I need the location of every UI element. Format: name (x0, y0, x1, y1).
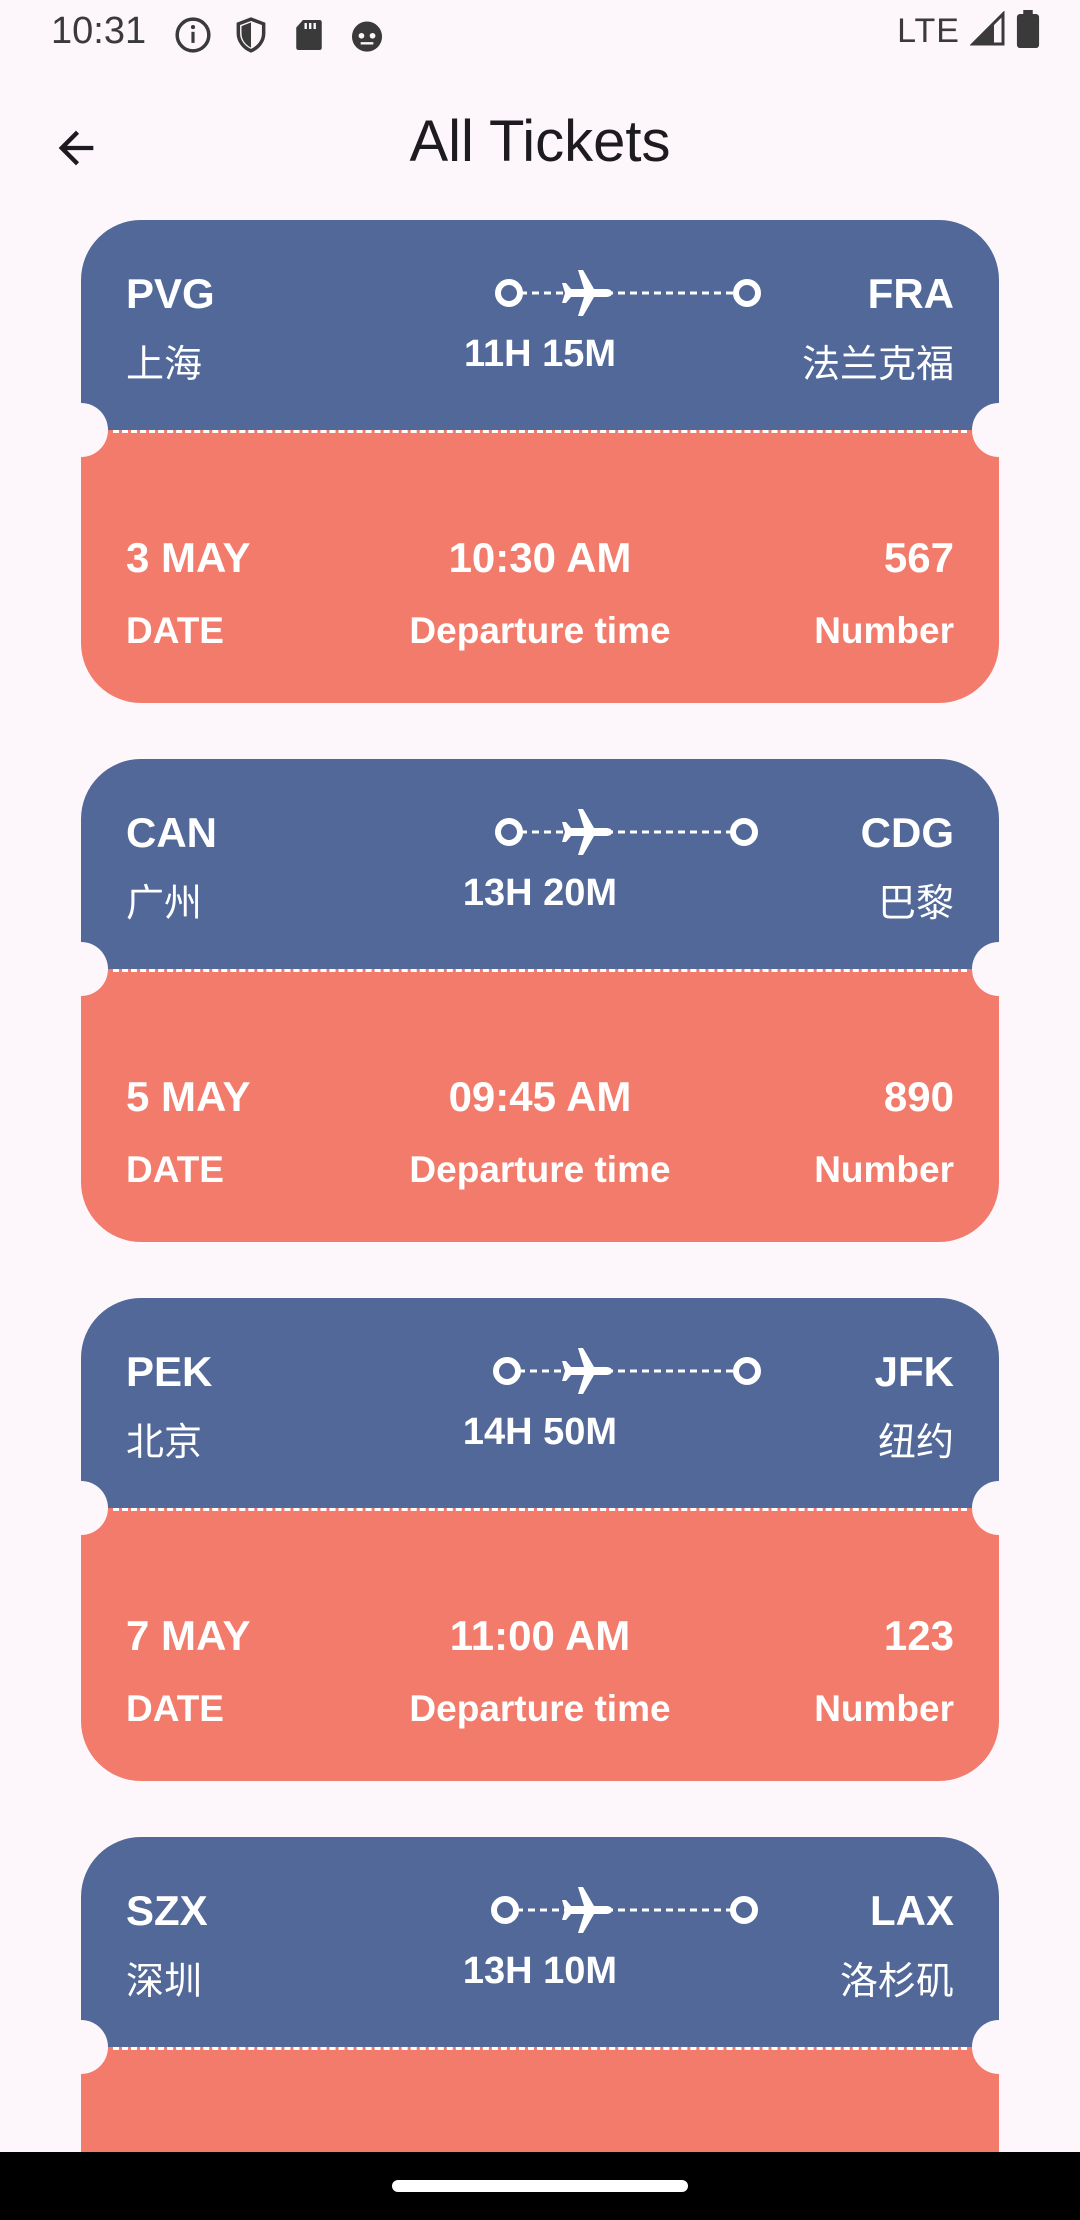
home-gesture-handle[interactable] (392, 2180, 688, 2192)
status-time: 10:31 (51, 10, 147, 52)
flight-duration: 13H 20M (462, 872, 618, 914)
ticket-notch (54, 2020, 108, 2074)
ticket-list[interactable]: PVG 上海 11H 15M FRA 法兰克福 3 MAY 10:30 AM 5… (0, 220, 1080, 2152)
ticket-number: 890 (883, 1073, 954, 1120)
ticket-notch (54, 403, 108, 457)
number-label: Number (814, 610, 954, 651)
ticket-details-section: 7 MAY 11:00 AM 123 DATE Departure time N… (54, 1481, 1026, 1781)
flight-route (411, 264, 761, 320)
departure-time: 10:30 AM (448, 534, 632, 581)
route-line (493, 1348, 761, 1394)
battery-icon (1016, 10, 1040, 53)
perforation-line (113, 2047, 967, 2050)
origin-code: PEK (126, 1348, 213, 1395)
ticket-details-section: 5 MAY 09:45 AM 890 DATE Departure time N… (54, 942, 1026, 1242)
app-bar: All Tickets (0, 80, 1080, 204)
perforation-line (113, 969, 967, 972)
ticket-route-section: PEK 北京 14H 50M JFK 纽约 (81, 1298, 999, 1508)
origin-code: SZX (126, 1887, 208, 1934)
airplane-icon (562, 1887, 612, 1933)
ticket-number: 123 (883, 1612, 954, 1659)
flight-route (411, 803, 761, 859)
shield-icon (230, 14, 272, 56)
flight-route (411, 1881, 761, 1937)
page-title: All Tickets (409, 109, 671, 174)
sd-card-icon (288, 14, 330, 56)
ticket-route-section: SZX 深圳 13H 10M LAX 洛杉矶 (81, 1837, 999, 2047)
destination-code: CDG (860, 809, 954, 856)
ticket-route-section: CAN 广州 13H 20M CDG 巴黎 (81, 759, 999, 969)
flight-duration: 14H 50M (462, 1411, 618, 1453)
origin-code: CAN (126, 809, 217, 856)
route-line (495, 270, 761, 316)
network-type: LTE (897, 12, 960, 50)
origin-code: PVG (126, 270, 215, 317)
flight-route (411, 1342, 761, 1398)
ticket-route-section: PVG 上海 11H 15M FRA 法兰克福 (81, 220, 999, 430)
android-icon (346, 14, 388, 56)
route-line (491, 1887, 758, 1933)
perforation-line (113, 1508, 967, 1511)
system-navigation-bar (0, 2152, 1080, 2220)
destination-city: 纽约 (877, 1422, 954, 1464)
ticket-details-section (54, 2020, 1026, 2152)
airplane-icon (562, 809, 612, 855)
ticket-number: 567 (883, 534, 954, 581)
ticket-notch (972, 2020, 1026, 2074)
ticket-notch (972, 1481, 1026, 1535)
perforation-line (113, 430, 967, 433)
ticket-notch (972, 403, 1026, 457)
signal-icon (969, 10, 1006, 52)
number-label: Number (814, 1688, 954, 1729)
destination-city: 巴黎 (877, 883, 954, 925)
info-icon (172, 14, 214, 56)
destination-code: FRA (867, 270, 954, 317)
ticket-notch (54, 1481, 108, 1535)
route-line (495, 809, 758, 855)
status-bar: 10:31 LTE (0, 0, 1080, 66)
ticket-notch (54, 942, 108, 996)
ticket-notch (972, 942, 1026, 996)
departure-time: 11:00 AM (449, 1612, 631, 1659)
departure-time: 09:45 AM (448, 1073, 632, 1120)
number-label: Number (814, 1149, 954, 1190)
ticket-card[interactable]: PVG 上海 11H 15M FRA 法兰克福 3 MAY 10:30 AM 5… (54, 220, 1026, 703)
destination-city: 法兰克福 (801, 344, 954, 386)
destination-code: LAX (870, 1887, 954, 1934)
ticket-card[interactable]: SZX 深圳 13H 10M LAX 洛杉矶 (54, 1837, 1026, 2152)
airplane-icon (562, 1348, 612, 1394)
ticket-card[interactable]: CAN 广州 13H 20M CDG 巴黎 5 MAY 09:45 AM 890… (54, 759, 1026, 1242)
destination-code: JFK (874, 1348, 954, 1395)
ticket-card[interactable]: PEK 北京 14H 50M JFK 纽约 7 MAY 11:00 AM 123… (54, 1298, 1026, 1781)
airplane-icon (562, 270, 612, 316)
ticket-details-section: 3 MAY 10:30 AM 567 DATE Departure time N… (54, 403, 1026, 703)
destination-city: 洛杉矶 (839, 1961, 954, 2003)
